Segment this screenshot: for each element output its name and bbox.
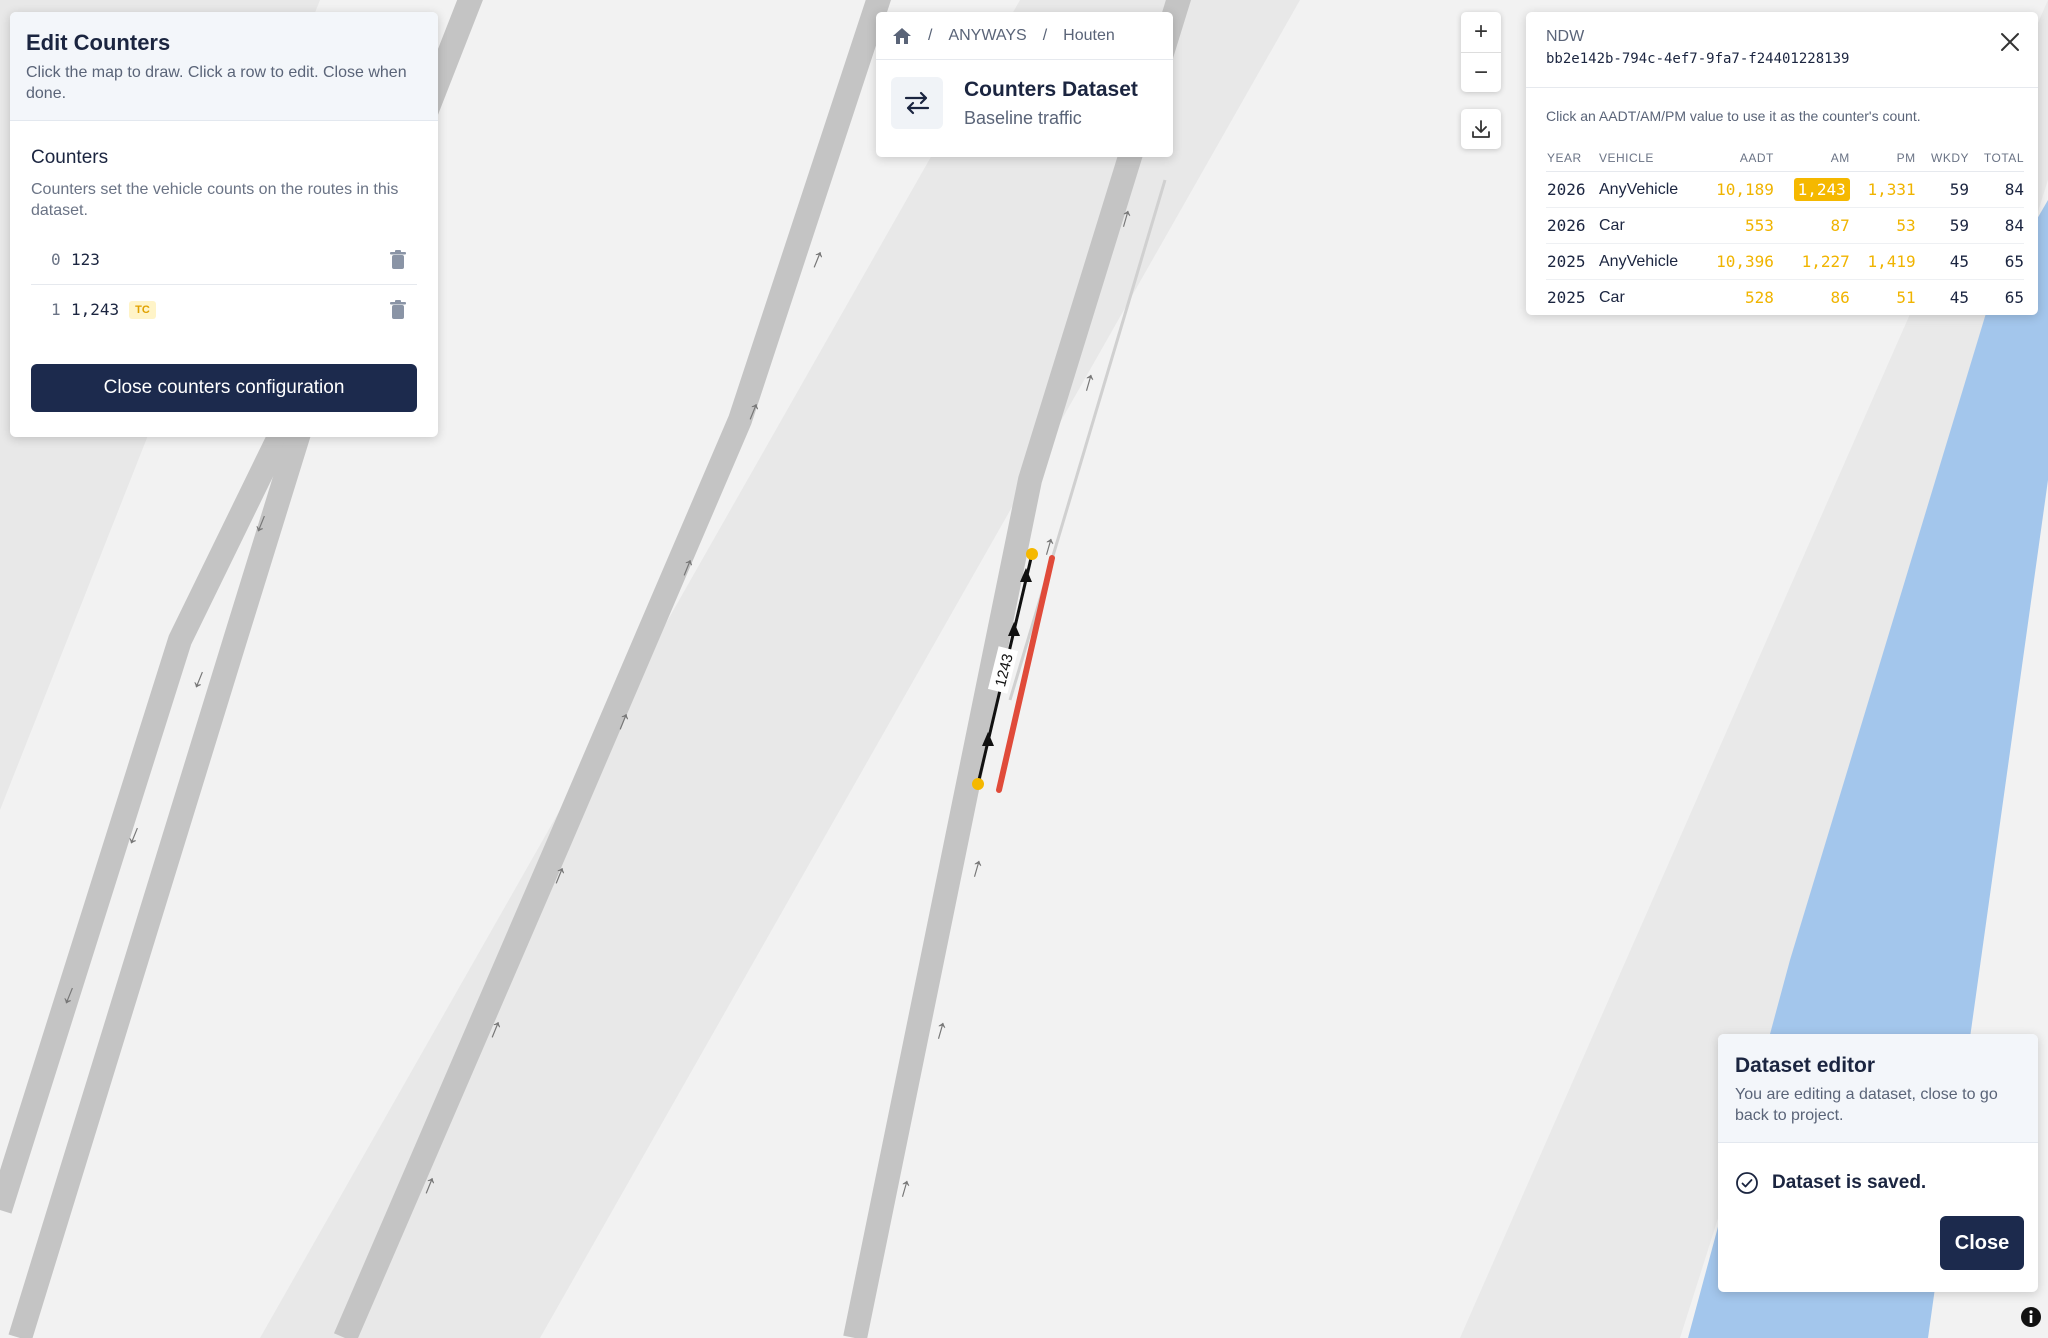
column-header: TOTAL <box>1973 144 2024 172</box>
am-value[interactable]: 86 <box>1778 280 1854 316</box>
close-counters-config-button[interactable]: Close counters configuration <box>31 364 417 412</box>
year-cell: 2025 <box>1547 288 1586 307</box>
table-row: 2026 AnyVehicle 10,189 1,243 1,331 59 84 <box>1546 171 2024 208</box>
wkdy-cell: 59 <box>1919 207 1973 244</box>
counter-row[interactable]: 1 1,243 TC <box>31 284 417 334</box>
trash-icon[interactable] <box>389 249 407 270</box>
ndw-counts-table: YEAR VEHICLE AADT AM PM WKDY TOTAL 2026 … <box>1546 144 2024 315</box>
panel-title: Edit Counters <box>26 30 171 55</box>
wkdy-cell: 45 <box>1949 288 1969 307</box>
pm-value[interactable]: 53 <box>1853 207 1920 244</box>
zoom-out-button[interactable]: − <box>1461 52 1501 93</box>
route-node[interactable] <box>972 778 984 790</box>
ndw-hint: Click an AADT/AM/PM value to use it as t… <box>1546 108 1921 124</box>
editor-subtitle: You are editing a dataset, close to go b… <box>1735 1086 1998 1124</box>
year-cell: 2025 <box>1546 243 1598 280</box>
breadcrumb-panel: / ANYWAYS / Houten Counters Dataset Base… <box>876 12 1173 157</box>
counters-heading: Counters <box>31 147 109 168</box>
table-row: 2025 Car 528 86 51 45 65 <box>1546 280 2024 316</box>
counter-badge: TC <box>129 300 156 319</box>
pm-value[interactable]: 1,331 <box>1853 171 1920 208</box>
counter-row[interactable]: 0 123 <box>31 235 417 284</box>
close-editor-button[interactable]: Close <box>1940 1216 2024 1270</box>
vehicle-cell: Car <box>1599 288 1625 306</box>
download-button[interactable] <box>1461 109 1501 149</box>
home-icon[interactable] <box>892 27 912 45</box>
trash-icon[interactable] <box>389 299 407 320</box>
total-cell: 84 <box>1973 207 2024 244</box>
download-icon <box>1472 120 1490 138</box>
breadcrumb-item[interactable]: ANYWAYS <box>948 27 1026 45</box>
panel-subtitle: Click the map to draw. Click a row to ed… <box>26 64 407 102</box>
source-label: NDW <box>1546 28 1585 45</box>
am-value[interactable]: 87 <box>1777 207 1854 244</box>
year-cell: 2026 <box>1546 207 1598 244</box>
swap-arrows-icon <box>891 77 943 129</box>
editor-title: Dataset editor <box>1735 1054 1876 1077</box>
info-icon[interactable] <box>2020 1306 2042 1328</box>
aadt-value[interactable]: 553 <box>1700 207 1778 244</box>
column-header: AM <box>1777 144 1854 172</box>
save-status-text: Dataset is saved. <box>1772 1172 1927 1193</box>
wkdy-cell: 45 <box>1919 243 1973 280</box>
counter-index: 0 <box>51 250 61 269</box>
total-cell: 65 <box>1973 243 2024 280</box>
counter-index: 1 <box>51 300 61 319</box>
column-header: PM <box>1853 144 1920 172</box>
column-header: AADT <box>1700 144 1778 172</box>
counter-value: 123 <box>71 250 100 269</box>
ndw-counter-panel: NDW bb2e142b-794c-4ef7-9fa7-f24401228139… <box>1526 12 2038 315</box>
wkdy-cell: 59 <box>1919 171 1973 208</box>
save-status: Dataset is saved. <box>1718 1143 2038 1195</box>
zoom-control: + − <box>1461 12 1501 92</box>
column-header: YEAR <box>1546 144 1598 172</box>
vehicle-cell: AnyVehicle <box>1598 243 1700 280</box>
counters-description: Counters set the vehicle counts on the r… <box>31 181 399 219</box>
breadcrumb-separator: / <box>1042 26 1048 44</box>
vehicle-cell: Car <box>1598 207 1700 244</box>
year-cell: 2026 <box>1546 171 1598 208</box>
counter-id: bb2e142b-794c-4ef7-9fa7-f24401228139 <box>1546 51 1850 67</box>
am-value[interactable]: 1,227 <box>1777 243 1854 280</box>
counter-value: 1,243 <box>71 300 120 319</box>
vehicle-cell: AnyVehicle <box>1598 171 1700 208</box>
route-node[interactable] <box>1026 548 1038 560</box>
column-header: WKDY <box>1919 144 1973 172</box>
aadt-value[interactable]: 528 <box>1700 280 1778 316</box>
dataset-editor-panel: Dataset editor You are editing a dataset… <box>1718 1034 2038 1292</box>
am-value-highlight[interactable]: 1,243 <box>1793 178 1850 201</box>
total-cell: 84 <box>1973 171 2024 208</box>
breadcrumb-item[interactable]: Houten <box>1063 27 1115 45</box>
aadt-value[interactable]: 10,396 <box>1700 243 1778 280</box>
dataset-title: Counters Dataset <box>964 77 1138 101</box>
dataset-subtitle: Baseline traffic <box>964 107 1082 128</box>
breadcrumb: / ANYWAYS / Houten <box>876 12 1173 60</box>
total-cell: 65 <box>2004 288 2024 307</box>
edit-counters-panel: Edit Counters Click the map to draw. Cli… <box>10 12 438 437</box>
table-row: 2026 Car 553 87 53 59 84 <box>1546 207 2024 244</box>
pm-value[interactable]: 1,419 <box>1853 243 1920 280</box>
column-header: VEHICLE <box>1598 144 1700 172</box>
close-icon[interactable] <box>1998 30 2022 54</box>
check-circle-icon <box>1736 1172 1758 1194</box>
table-row: 2025 AnyVehicle 10,396 1,227 1,419 45 65 <box>1546 243 2024 280</box>
zoom-in-button[interactable]: + <box>1461 12 1501 52</box>
am-value-selected[interactable]: 1,243 <box>1777 171 1854 208</box>
pm-value[interactable]: 51 <box>1854 280 1920 316</box>
aadt-value[interactable]: 10,189 <box>1700 171 1778 208</box>
breadcrumb-separator: / <box>928 26 933 44</box>
